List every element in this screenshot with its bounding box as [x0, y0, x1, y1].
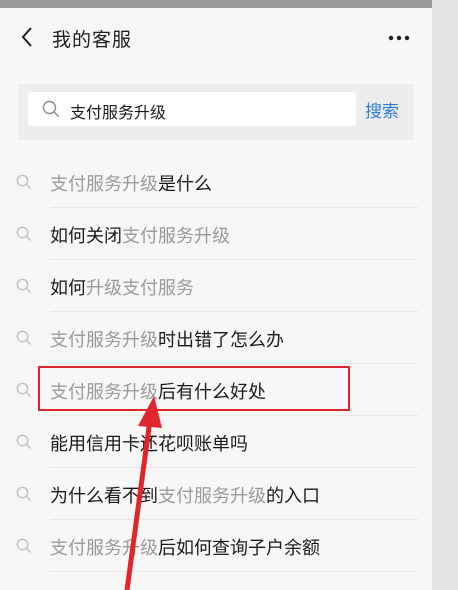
suggestion-item[interactable]: 为什么看不到支付服务升级的入口 — [0, 468, 432, 520]
suggestion-text-part: 后如何查询子户余额 — [158, 538, 320, 559]
suggestion-text-part: 如何 — [50, 278, 86, 299]
customer-service-screen: 我的客服 支付服务升级 搜索 支付服务升级是什么 如何关闭支付服务升级 如何升级支付… — [0, 8, 432, 590]
suggestion-text-part: 为什么看不到 — [50, 486, 158, 507]
suggestion-item[interactable]: 支付服务升级时出错了怎么办 — [0, 312, 432, 364]
suggestion-text: 支付服务升级是什么 — [50, 170, 212, 196]
suggestion-text: 如何关闭支付服务升级 — [50, 222, 230, 248]
search-icon — [42, 100, 59, 117]
highlighted-keyword: 支付服务升级 — [50, 330, 158, 351]
search-button[interactable]: 搜索 — [365, 97, 399, 122]
suggestion-item[interactable]: 能用信用卡还花呗账单吗 — [0, 416, 432, 468]
more-button[interactable] — [385, 28, 413, 48]
search-value: 支付服务升级 — [70, 103, 167, 122]
suggestion-text-part: 的入口 — [266, 486, 320, 507]
suggestion-text: 为什么看不到支付服务升级的入口 — [50, 482, 320, 508]
suggestion-text-part: 是什么 — [158, 174, 212, 195]
suggestion-text-part: 如何关闭 — [50, 226, 122, 247]
search-icon — [16, 278, 31, 293]
suggestion-item[interactable]: 如何关闭支付服务升级 — [0, 208, 432, 260]
navigation-bar: 我的客服 — [0, 8, 432, 68]
status-bar — [0, 0, 432, 8]
search-icon — [16, 226, 31, 241]
highlight-annotation-box — [38, 366, 350, 411]
chevron-left-icon — [21, 27, 32, 47]
highlighted-keyword: 升级支付服务 — [86, 278, 194, 299]
row-divider — [50, 571, 418, 572]
side-background — [432, 0, 458, 590]
suggestion-text: 如何升级支付服务 — [50, 274, 194, 300]
page-title: 我的客服 — [52, 29, 133, 51]
search-input[interactable]: 支付服务升级 — [28, 92, 356, 126]
back-button[interactable] — [14, 22, 40, 52]
search-icon — [16, 538, 31, 553]
suggestion-text: 支付服务升级时出错了怎么办 — [50, 326, 284, 352]
highlighted-keyword: 支付服务升级 — [50, 174, 158, 195]
more-horizontal-icon — [388, 35, 410, 41]
highlighted-keyword: 支付服务升级 — [50, 538, 158, 559]
suggestion-text: 支付服务升级后如何查询子户余额 — [50, 534, 320, 560]
suggestion-text-part: 时出错了怎么办 — [158, 330, 284, 351]
search-icon — [16, 382, 31, 397]
search-icon — [16, 434, 31, 449]
suggestion-text-part: 能用信用卡还花呗账单吗 — [50, 434, 248, 455]
suggestion-text: 能用信用卡还花呗账单吗 — [50, 430, 248, 456]
suggestion-list: 支付服务升级是什么 如何关闭支付服务升级 如何升级支付服务 支付服务升级时出错了怎么办… — [0, 156, 432, 572]
suggestion-item[interactable]: 如何升级支付服务 — [0, 260, 432, 312]
search-icon — [16, 486, 31, 501]
suggestion-item[interactable]: 支付服务升级后如何查询子户余额 — [0, 520, 432, 572]
suggestion-item[interactable]: 支付服务升级是什么 — [0, 156, 432, 208]
search-icon — [16, 330, 31, 345]
search-bar: 支付服务升级 搜索 — [18, 84, 414, 140]
search-icon — [16, 174, 31, 189]
highlighted-keyword: 支付服务升级 — [158, 486, 266, 507]
highlighted-keyword: 支付服务升级 — [122, 226, 230, 247]
